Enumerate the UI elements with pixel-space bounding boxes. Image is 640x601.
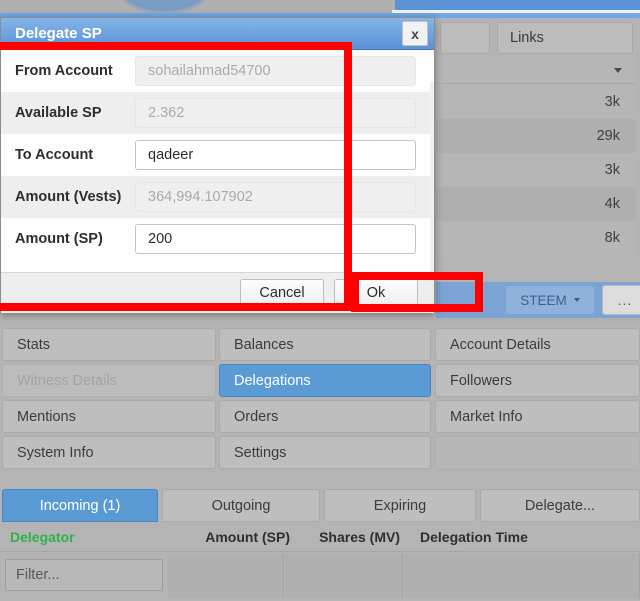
field-label: Amount (Vests) bbox=[15, 189, 122, 205]
currency-label: STEEM bbox=[520, 292, 567, 308]
tab-label: Incoming (1) bbox=[39, 497, 121, 514]
field-input-to-account[interactable]: qadeer bbox=[135, 140, 416, 170]
tab-label: Expiring bbox=[373, 497, 427, 514]
side-value-row: 3k bbox=[436, 153, 636, 187]
dialog-field-row: To Account qadeer bbox=[1, 134, 434, 176]
nav-item-witness-details: Witness Details bbox=[2, 364, 216, 397]
background-toolbar: STEEM ... bbox=[436, 282, 640, 318]
app-root: Links 3k 29k 3k 4k 8k STEEM ... Stats Balance… bbox=[0, 0, 640, 601]
dialog-title-bar: Delegate SP x bbox=[1, 18, 434, 50]
tab-label: Delegate... bbox=[524, 497, 596, 514]
nav-item-settings[interactable]: Settings bbox=[219, 436, 431, 469]
nav-item-label: Witness Details bbox=[17, 372, 117, 389]
dialog-field-row: Available SP 2.362 bbox=[1, 92, 434, 134]
nav-item-label: Orders bbox=[234, 408, 279, 425]
links-button[interactable]: Links bbox=[497, 22, 633, 54]
nav-item-label: Account Details bbox=[450, 336, 551, 353]
table-filter-row: Filter... bbox=[0, 553, 640, 598]
nav-item-label: Market Info bbox=[450, 408, 523, 425]
table-header-row: Delegator Amount (SP) Shares (MV) Delegatio… bbox=[0, 522, 640, 552]
background-small-button[interactable] bbox=[440, 22, 490, 54]
background-dropdown-row[interactable] bbox=[436, 58, 636, 84]
table-header-delegation-time[interactable]: Delegation Time bbox=[420, 522, 630, 552]
chevron-down-icon bbox=[573, 298, 580, 302]
nav-item-label: Settings bbox=[234, 444, 287, 461]
tab-expiring[interactable]: Expiring bbox=[324, 489, 476, 522]
field-input-amount-vests: 364,994.107902 bbox=[135, 182, 416, 212]
side-value-row: 29k bbox=[436, 119, 636, 153]
nav-item-delegations[interactable]: Delegations bbox=[219, 364, 431, 397]
field-input-amount-sp[interactable]: 200 bbox=[135, 224, 416, 254]
dialog-footer: Cancel Ok bbox=[1, 272, 434, 313]
tab-delegate[interactable]: Delegate... bbox=[480, 489, 640, 522]
dialog-title: Delegate SP bbox=[15, 25, 102, 42]
side-value-row: 4k bbox=[436, 187, 636, 221]
field-label: Amount (SP) bbox=[15, 231, 103, 247]
filter-cell-shares[interactable] bbox=[285, 553, 403, 598]
nav-item-orders[interactable]: Orders bbox=[219, 400, 431, 433]
nav-item-followers[interactable]: Followers bbox=[435, 364, 640, 397]
nav-item-system-info[interactable]: System Info bbox=[2, 436, 216, 469]
nav-item-stats[interactable]: Stats bbox=[2, 328, 216, 361]
tab-label: Outgoing bbox=[211, 497, 271, 514]
currency-dropdown[interactable]: STEEM bbox=[506, 286, 594, 314]
filter-cell-time[interactable] bbox=[404, 553, 640, 598]
field-input-from-account: sohailahmad54700 bbox=[135, 56, 416, 86]
field-label: To Account bbox=[15, 147, 94, 163]
nav-item-label: Mentions bbox=[17, 408, 76, 425]
table-header-amount-sp[interactable]: Amount (SP) bbox=[180, 522, 290, 552]
tab-outgoing[interactable]: Outgoing bbox=[162, 489, 320, 522]
cancel-button[interactable]: Cancel bbox=[240, 279, 324, 307]
dialog-form: From Account sohailahmad54700 Available SP… bbox=[1, 50, 434, 304]
field-label: Available SP bbox=[15, 105, 102, 121]
more-options-button[interactable]: ... bbox=[602, 285, 640, 315]
nav-item-empty bbox=[435, 436, 640, 469]
nav-item-market-info[interactable]: Market Info bbox=[435, 400, 640, 433]
dialog-field-row: From Account sohailahmad54700 bbox=[1, 50, 434, 92]
background-value-list: 3k 29k 3k 4k 8k bbox=[436, 85, 636, 255]
nav-item-balances[interactable]: Balances bbox=[219, 328, 431, 361]
field-input-available-sp: 2.362 bbox=[135, 98, 416, 128]
close-icon[interactable]: x bbox=[402, 21, 428, 46]
table-header-delegator[interactable]: Delegator bbox=[10, 522, 170, 552]
filter-input[interactable]: Filter... bbox=[5, 559, 163, 591]
ok-button[interactable]: Ok bbox=[334, 279, 418, 307]
table-header-shares-mv[interactable]: Shares (MV) bbox=[300, 522, 400, 552]
nav-item-label: Balances bbox=[234, 336, 294, 353]
dialog-field-row: Amount (SP) 200 bbox=[1, 218, 434, 260]
nav-item-label: Followers bbox=[450, 372, 513, 389]
navigation-grid: Stats Balances Account Details Witness Deta… bbox=[0, 324, 640, 482]
delegations-table: Delegator Amount (SP) Shares (MV) Delegatio… bbox=[0, 522, 640, 601]
delegate-sp-dialog: Delegate SP x From Account sohailahmad547… bbox=[0, 17, 435, 313]
dialog-scrollbar[interactable] bbox=[430, 82, 434, 304]
nav-item-mentions[interactable]: Mentions bbox=[2, 400, 216, 433]
side-value-row: 3k bbox=[436, 85, 636, 119]
side-value-row: 8k bbox=[436, 221, 636, 255]
nav-item-account-details[interactable]: Account Details bbox=[435, 328, 640, 361]
delegation-tabs: Incoming (1) Outgoing Expiring Delegate... bbox=[0, 489, 640, 522]
chevron-down-icon bbox=[614, 68, 622, 73]
nav-item-label: System Info bbox=[17, 444, 94, 461]
field-label: From Account bbox=[15, 63, 113, 79]
nav-item-label: Stats bbox=[17, 336, 51, 353]
dialog-field-row: Amount (Vests) 364,994.107902 bbox=[1, 176, 434, 218]
filter-cell-amount[interactable] bbox=[168, 553, 284, 598]
nav-item-label: Delegations bbox=[234, 372, 311, 389]
tab-incoming-1[interactable]: Incoming (1) bbox=[2, 489, 158, 522]
